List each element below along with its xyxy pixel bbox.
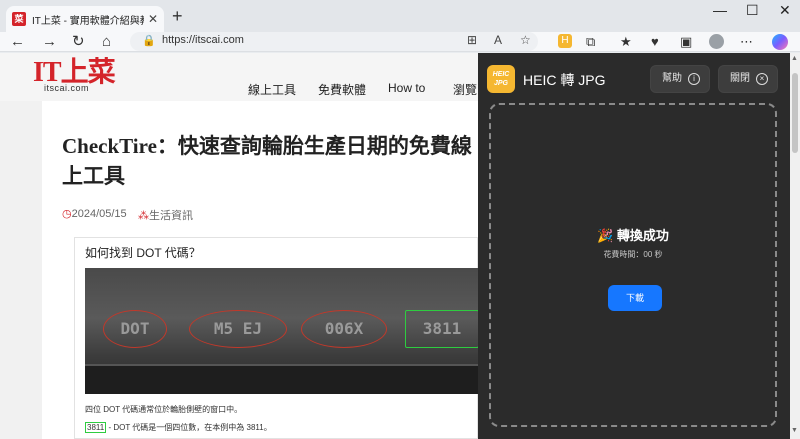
site-logo-sub: itscai.com [44,83,90,93]
scroll-thumb[interactable] [792,73,798,153]
forward-icon[interactable]: → [42,33,57,51]
close-label: 關閉 [730,73,750,84]
article-category[interactable]: ⁂生活資訊 [138,207,193,223]
figure-heading: 如何找到 DOT 代碼？ [85,246,201,260]
app-available-icon[interactable]: ⊞ [467,33,477,47]
close-circle-icon: × [756,73,768,85]
site-header: IT上菜 itscai.com 線上工具 免費軟體 How to 瀏覽 [0,53,478,101]
close-button[interactable]: 關閉 × [718,65,778,93]
extensions-icon[interactable]: ⧉ [586,33,595,51]
more-menu-icon[interactable]: ⋯ [740,33,753,51]
favorite-star-icon[interactable]: ☆ [520,33,531,47]
screenshot-icon[interactable]: ▣ [680,33,692,51]
tab-title: IT上菜 - 實用軟體介紹與教學 - 就 [32,15,144,27]
drop-zone[interactable]: 🎉 轉換成功 花費時間：00 秒 下載 [489,103,777,427]
extension-title: HEIC 轉 JPG [523,72,606,88]
browser-tab[interactable]: 菜 IT上菜 - 實用軟體介紹與教學 - 就 ✕ [6,6,164,32]
window-close-icon[interactable]: ✕ [779,2,791,19]
nav-how-to[interactable]: How to [388,81,425,95]
elapsed-time: 花費時間：00 秒 [603,250,663,259]
title-bar: 菜 IT上菜 - 實用軟體介紹與教學 - 就 ✕ + — ☐ ✕ [0,0,800,32]
tire-mark-dot: DOT [103,310,167,348]
reload-icon[interactable]: ↻ [72,33,85,51]
new-tab-icon[interactable]: + [172,6,183,26]
figure-caption-1: 四位 DOT 代碼通常位於輪胎側壁的窗口中。 [85,405,243,414]
dot-figure: 如何找到 DOT 代碼？ DOT M5 EJ 006X 3811 四位 DOT … [74,237,479,439]
scroll-up-icon[interactable]: ▲ [791,55,798,62]
home-icon[interactable]: ⌂ [102,33,111,51]
favorites-icon[interactable]: ★ [620,33,632,51]
browser-essentials-icon[interactable]: ♥ [651,33,659,51]
article-date: ◷2024/05/15 [62,207,127,220]
article: CheckTire：快速查詢輪胎生產日期的免費線上工具 ◷2024/05/15 … [42,101,479,439]
maximize-icon[interactable]: ☐ [746,2,759,19]
nav-browse[interactable]: 瀏覽 [453,81,477,98]
url-text: https://itscai.com [162,34,244,46]
download-button[interactable]: 下載 [608,285,662,311]
success-message: 🎉 轉換成功 [491,225,775,244]
read-aloud-icon[interactable]: A [494,33,502,47]
tire-mark-plant: M5 EJ [189,310,287,348]
favicon-icon: 菜 [12,12,26,26]
heic-logo-icon: HEIC JPG [487,65,515,93]
tire-image: DOT M5 EJ 006X 3811 [85,268,479,394]
figure-caption-2: 3811 - DOT 代碼是一個四位數，在本例中為 3811。 [85,422,272,433]
copilot-icon[interactable] [772,34,788,50]
nav-online-tools[interactable]: 線上工具 [248,81,296,98]
dot-code-highlight: 3811 [85,422,107,433]
date-text: 2024/05/15 [71,208,127,220]
nav-free-software[interactable]: 免費軟體 [318,81,366,98]
heic-extension-panel: HEIC JPG HEIC 轉 JPG 幫助 i 關閉 × 🎉 轉換成功 花費時… [478,53,790,439]
article-title: CheckTire：快速查詢輪胎生產日期的免費線上工具 [62,134,472,188]
back-icon[interactable]: ← [10,33,25,51]
party-icon: 🎉 [597,228,614,243]
profile-avatar[interactable] [709,34,724,49]
lock-icon[interactable]: 🔒 [142,34,156,47]
help-label: 幫助 [662,73,682,84]
info-icon: i [688,73,700,85]
category-text: 生活資訊 [149,210,193,222]
category-icon: ⁂ [138,210,149,222]
help-button[interactable]: 幫助 i [650,65,710,93]
scroll-down-icon[interactable]: ▼ [791,427,798,434]
clock-icon: ◷ [62,208,72,220]
tire-mark-date: 3811 [405,310,479,348]
address-bar[interactable]: 🔒 https://itscai.com ⊞ A ☆ [130,32,538,51]
success-text: 轉換成功 [616,228,669,243]
tab-close-icon[interactable]: ✕ [148,12,158,26]
tire-mark-code: 006X [301,310,387,348]
caption-2-text: - DOT 代碼是一個四位數，在本例中為 3811。 [108,423,272,432]
page-scrollbar[interactable]: ▲ ▼ [790,53,800,439]
browser-toolbar: ← → ↻ ⌂ 🔒 https://itscai.com ⊞ A ☆ H ⧉ ★… [0,32,800,52]
tire-tread-band [85,364,479,394]
minimize-icon[interactable]: — [713,2,727,18]
heic-extension-icon[interactable]: H [558,34,572,48]
